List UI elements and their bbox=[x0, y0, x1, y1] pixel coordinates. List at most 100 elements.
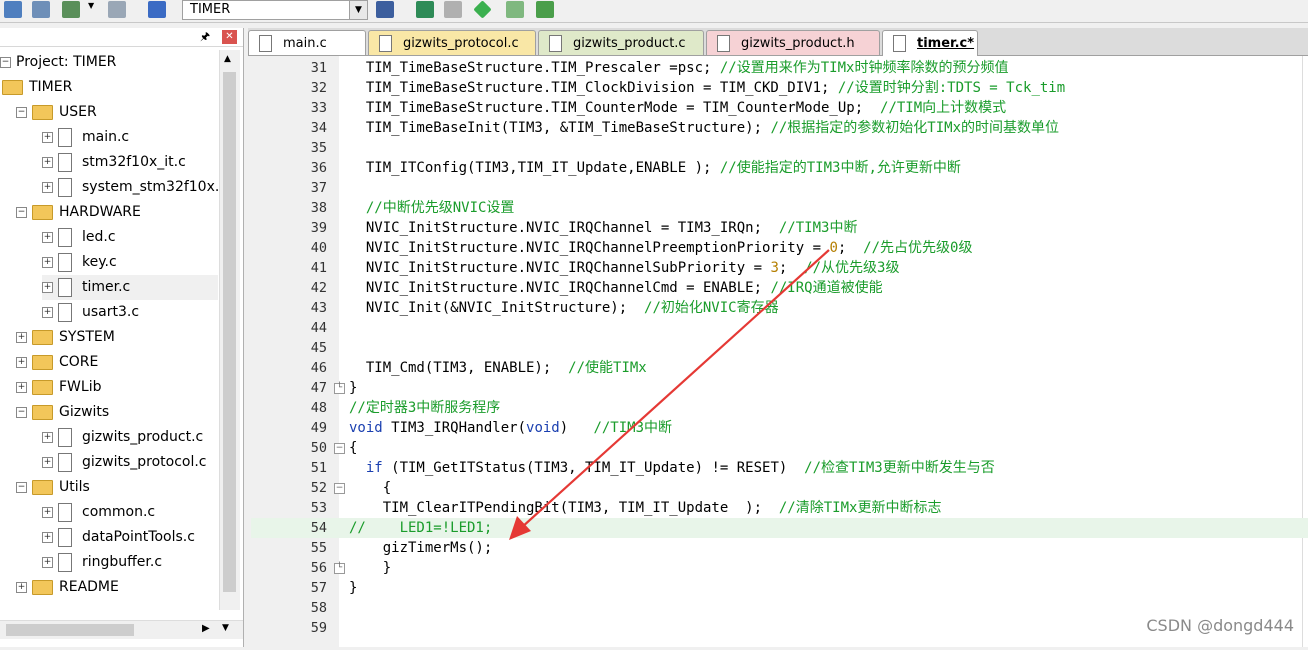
folder-icon bbox=[32, 104, 53, 120]
folder-icon bbox=[32, 204, 53, 220]
folder-icon bbox=[32, 404, 53, 420]
tree-folder-item[interactable]: + FWLib bbox=[16, 375, 101, 400]
tree-item-label: usart3.c bbox=[82, 304, 140, 320]
expand-icon[interactable]: + bbox=[42, 281, 53, 293]
file-icon bbox=[58, 127, 72, 147]
tab-file[interactable]: main.c bbox=[248, 30, 366, 55]
file-icon bbox=[58, 452, 72, 472]
tree-folder-item[interactable]: + SYSTEM bbox=[16, 325, 115, 350]
expand-icon[interactable]: + bbox=[42, 256, 53, 268]
shield-icon[interactable] bbox=[506, 1, 524, 18]
tree-file-item[interactable]: + gizwits_protocol.c bbox=[42, 450, 207, 475]
tree-item-label: SYSTEM bbox=[59, 329, 115, 345]
expand-icon[interactable]: + bbox=[42, 131, 53, 143]
project-panel-header: 🖈 ✕ bbox=[0, 28, 243, 47]
horizontal-scrollbar[interactable]: ▶ ▼ bbox=[0, 620, 243, 639]
expand-icon[interactable]: + bbox=[16, 581, 27, 593]
tree-item-label: gizwits_product.c bbox=[82, 429, 204, 445]
expand-icon[interactable]: + bbox=[42, 456, 53, 468]
tab-file[interactable]: gizwits_protocol.c bbox=[368, 30, 536, 55]
tree-file-item[interactable]: + usart3.c bbox=[42, 300, 139, 325]
tree-folder-item[interactable]: + CORE bbox=[16, 350, 98, 375]
scrollbar-thumb[interactable] bbox=[223, 72, 236, 592]
collapse-icon[interactable]: − bbox=[16, 481, 27, 493]
project-icon[interactable] bbox=[4, 1, 22, 18]
tree-folder-item[interactable]: + README bbox=[16, 575, 119, 600]
tree-item-label: FWLib bbox=[59, 379, 102, 395]
collapse-icon[interactable]: − bbox=[16, 206, 27, 218]
layers-icon[interactable] bbox=[62, 1, 80, 18]
chevron-down-icon[interactable]: ▼ bbox=[88, 1, 96, 18]
tree-item-label: system_stm32f10x.c bbox=[82, 179, 218, 195]
copy-icon[interactable] bbox=[108, 1, 126, 18]
expand-icon[interactable]: + bbox=[42, 531, 53, 543]
tab-file[interactable]: timer.c* bbox=[882, 30, 978, 56]
expand-icon[interactable]: + bbox=[16, 356, 27, 368]
target-select[interactable]: TIMER ▼ bbox=[182, 0, 368, 20]
tree-item-label: key.c bbox=[82, 254, 117, 270]
options-icon[interactable] bbox=[32, 1, 50, 18]
diamond-icon[interactable] bbox=[473, 0, 492, 19]
tree-folder-item[interactable]: − USER bbox=[16, 100, 97, 125]
file-icon bbox=[379, 35, 392, 52]
pin-icon[interactable]: 🖈 bbox=[200, 28, 210, 46]
tree-item-label: USER bbox=[59, 104, 97, 120]
folder-icon bbox=[32, 579, 53, 595]
file-icon bbox=[549, 35, 562, 52]
tree-folder-item[interactable]: − HARDWARE bbox=[16, 200, 141, 225]
file-icon bbox=[58, 552, 72, 572]
expand-icon[interactable]: + bbox=[42, 156, 53, 168]
tab-file[interactable]: gizwits_product.c bbox=[538, 30, 704, 55]
file-icon bbox=[58, 302, 72, 322]
manage-icon[interactable] bbox=[416, 1, 434, 18]
expand-icon[interactable]: + bbox=[42, 431, 53, 443]
expand-icon[interactable]: + bbox=[42, 556, 53, 568]
close-icon[interactable]: ✕ bbox=[222, 30, 237, 44]
file-icon bbox=[717, 35, 730, 52]
tree-item-label: dataPointTools.c bbox=[82, 529, 195, 545]
tree-file-item[interactable]: + dataPointTools.c bbox=[42, 525, 195, 550]
folder-icon bbox=[32, 329, 53, 345]
expand-icon[interactable]: + bbox=[16, 381, 27, 393]
file-icon bbox=[58, 527, 72, 547]
tree-file-item[interactable]: + gizwits_product.c bbox=[42, 425, 203, 450]
arrow-shaft bbox=[520, 249, 830, 529]
tab-label: gizwits_protocol.c bbox=[403, 36, 519, 51]
tree-file-item[interactable]: + main.c bbox=[42, 125, 129, 150]
window-icon[interactable] bbox=[444, 1, 462, 18]
tab-label: timer.c* bbox=[917, 36, 975, 51]
tree-file-item[interactable]: + stm32f10x_it.c bbox=[42, 150, 186, 175]
scroll-right-icon[interactable]: ▶ bbox=[202, 623, 210, 634]
editor-tabs: main.c gizwits_protocol.c gizwits_product.… bbox=[248, 28, 1308, 56]
tree-item-label: Gizwits bbox=[59, 404, 110, 420]
tree-file-item[interactable]: + key.c bbox=[42, 250, 117, 275]
tree-root-item[interactable]: TIMER bbox=[2, 75, 72, 100]
expand-icon[interactable]: + bbox=[42, 506, 53, 518]
project-title: − Project: TIMER bbox=[0, 54, 117, 70]
tree-file-item[interactable]: + timer.c bbox=[42, 275, 218, 300]
scroll-up-icon[interactable]: ▲ bbox=[224, 54, 231, 64]
vertical-scrollbar[interactable]: ▲ bbox=[219, 50, 240, 610]
tree-file-item[interactable]: + led.c bbox=[42, 225, 116, 250]
collapse-icon[interactable]: − bbox=[16, 106, 27, 118]
tree-folder-item[interactable]: − Gizwits bbox=[16, 400, 109, 425]
expand-icon[interactable]: + bbox=[42, 306, 53, 318]
scrollbar-thumb[interactable] bbox=[6, 624, 134, 636]
chevron-down-icon[interactable]: ▼ bbox=[349, 1, 367, 19]
tree-file-item[interactable]: + system_stm32f10x.c bbox=[42, 175, 218, 200]
load-icon[interactable] bbox=[148, 1, 166, 18]
pack-icon[interactable] bbox=[536, 1, 554, 18]
collapse-icon[interactable]: − bbox=[16, 406, 27, 418]
scroll-down-icon[interactable]: ▼ bbox=[222, 623, 229, 633]
tab-file[interactable]: gizwits_product.h bbox=[706, 30, 880, 55]
wizard-icon[interactable] bbox=[376, 1, 394, 18]
expand-icon[interactable]: + bbox=[42, 181, 53, 193]
tree-file-item[interactable]: + common.c bbox=[42, 500, 155, 525]
tree-folder-item[interactable]: − Utils bbox=[16, 475, 90, 500]
collapse-icon[interactable]: − bbox=[0, 56, 11, 68]
tree-file-item[interactable]: + ringbuffer.c bbox=[42, 550, 162, 575]
expand-icon[interactable]: + bbox=[42, 231, 53, 243]
file-icon bbox=[58, 252, 72, 272]
expand-icon[interactable]: + bbox=[16, 331, 27, 343]
code-editor[interactable]: 31 TIM_TimeBaseStructure.TIM_Prescaler =… bbox=[251, 56, 1308, 647]
